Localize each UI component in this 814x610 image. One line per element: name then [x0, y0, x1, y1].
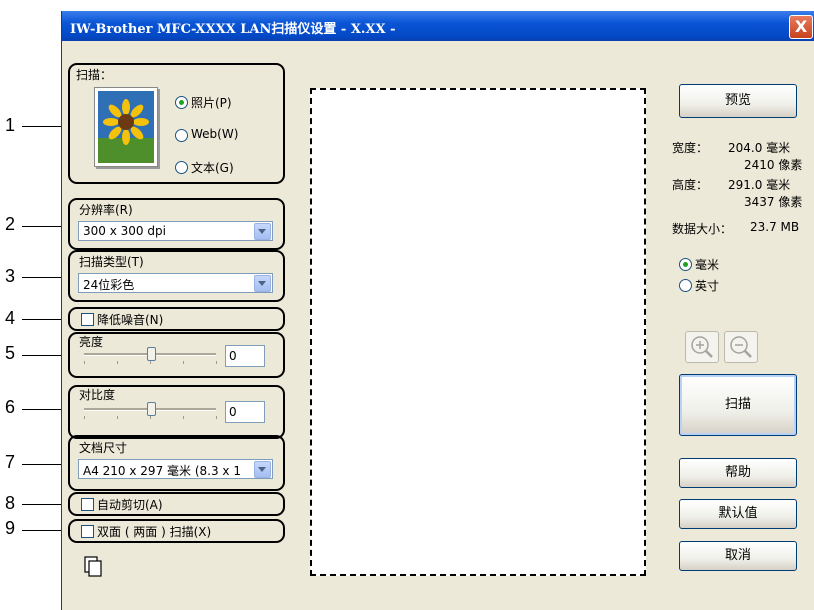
contrast-value: 0 [229, 405, 237, 419]
brightness-slider-thumb[interactable] [147, 347, 156, 361]
chevron-down-icon[interactable] [254, 461, 271, 478]
photo-thumbnail [94, 87, 158, 167]
preview-button-label: 预览 [724, 93, 751, 108]
callout-9: 9 [4, 518, 15, 538]
slider-tick [84, 416, 85, 419]
slider-tick [84, 361, 85, 364]
preview-button[interactable]: 预览 [679, 84, 797, 118]
slider-tick [117, 361, 118, 364]
brightness-input[interactable]: 0 [225, 345, 265, 367]
datasize-value: 23.7 MB [750, 220, 800, 234]
height-px: 3437 像素 [744, 195, 803, 209]
slider-tick [183, 416, 184, 419]
chevron-down-icon[interactable] [254, 223, 271, 240]
slider-tick [150, 361, 151, 364]
doc-size-label: 文档尺寸 [79, 441, 128, 455]
height-label: 高度： [672, 178, 709, 192]
callout-6: 6 [4, 397, 15, 417]
width-label: 宽度： [672, 141, 709, 155]
callout-7: 7 [4, 452, 15, 472]
zoom-in-icon [691, 336, 713, 358]
duplex-label[interactable]: 双面 ( 两面 ) 扫描(X) [97, 523, 211, 540]
brightness-label: 亮度 [79, 335, 104, 349]
default-button-label: 默认值 [718, 506, 758, 521]
noise-checkbox[interactable] [81, 313, 94, 326]
unit-mm-radio[interactable] [679, 258, 692, 271]
radio-web-label[interactable]: Web(W) [191, 127, 238, 141]
radio-web[interactable] [175, 129, 188, 142]
doc-size-value: A4 210 x 297 毫米 (8.3 x 1 [83, 464, 241, 478]
scanner-settings-dialog: IW-Brother MFC-XXXX LAN扫描仪设置 - X.XX - X … [61, 11, 814, 610]
help-button-label: 帮助 [724, 465, 751, 480]
default-button[interactable]: 默认值 [679, 499, 797, 529]
zoom-out-button[interactable] [724, 331, 758, 363]
radio-text-label[interactable]: 文本(G) [191, 159, 234, 176]
contrast-label: 对比度 [79, 388, 116, 402]
contrast-slider-thumb[interactable] [147, 402, 156, 416]
width-mm: 204.0 毫米 [728, 141, 791, 155]
auto-crop-label[interactable]: 自动剪切(A) [97, 496, 163, 513]
close-button[interactable]: X [789, 15, 813, 39]
doc-size-select[interactable]: A4 210 x 297 毫米 (8.3 x 1 [78, 459, 273, 479]
height-mm: 291.0 毫米 [728, 178, 791, 192]
callout-1: 1 [4, 115, 15, 135]
zoom-in-button[interactable] [685, 331, 719, 363]
scan-type-select[interactable]: 24位彩色 [78, 273, 273, 293]
slider-tick [216, 416, 217, 419]
callout-3: 3 [4, 266, 15, 286]
slider-tick [150, 416, 151, 419]
cancel-button-label: 取消 [724, 548, 751, 563]
radio-text[interactable] [175, 161, 188, 174]
unit-inch-radio[interactable] [679, 279, 692, 292]
radio-photo-label[interactable]: 照片(P) [191, 94, 232, 111]
slider-tick [117, 416, 118, 419]
pages-icon [84, 556, 104, 581]
scan-type-label: 扫描类型(T) [79, 255, 144, 269]
resolution-select[interactable]: 300 x 300 dpi [78, 221, 273, 241]
width-px: 2410 像素 [744, 158, 803, 172]
unit-inch-label[interactable]: 英寸 [695, 277, 719, 294]
scan-type-value: 24位彩色 [83, 278, 135, 292]
slider-tick [183, 361, 184, 364]
callout-8: 8 [4, 493, 15, 513]
radio-photo[interactable] [175, 96, 188, 109]
scan-mode-label: 扫描： [76, 68, 113, 82]
slider-tick [216, 361, 217, 364]
datasize-label: 数据大小： [672, 222, 733, 236]
auto-crop-checkbox[interactable] [81, 498, 94, 511]
duplex-checkbox[interactable] [81, 525, 94, 538]
window-title: IW-Brother MFC-XXXX LAN扫描仪设置 - X.XX - [70, 22, 396, 37]
title-bar: IW-Brother MFC-XXXX LAN扫描仪设置 - X.XX - X [62, 11, 814, 41]
callout-5: 5 [4, 343, 15, 363]
resolution-label: 分辨率(R) [79, 203, 133, 217]
chevron-down-icon[interactable] [254, 275, 271, 292]
zoom-out-icon [730, 336, 752, 358]
noise-label[interactable]: 降低噪音(N) [97, 311, 163, 328]
contrast-input[interactable]: 0 [225, 401, 265, 423]
scan-button[interactable]: 扫描 [679, 374, 797, 436]
brightness-value: 0 [229, 349, 237, 363]
scan-button-label: 扫描 [724, 397, 751, 412]
unit-mm-label[interactable]: 毫米 [695, 256, 719, 273]
callout-2: 2 [4, 214, 15, 234]
callout-4: 4 [4, 308, 15, 328]
preview-area[interactable] [310, 88, 646, 576]
help-button[interactable]: 帮助 [679, 458, 797, 488]
resolution-value: 300 x 300 dpi [83, 224, 166, 238]
cancel-button[interactable]: 取消 [679, 541, 797, 571]
